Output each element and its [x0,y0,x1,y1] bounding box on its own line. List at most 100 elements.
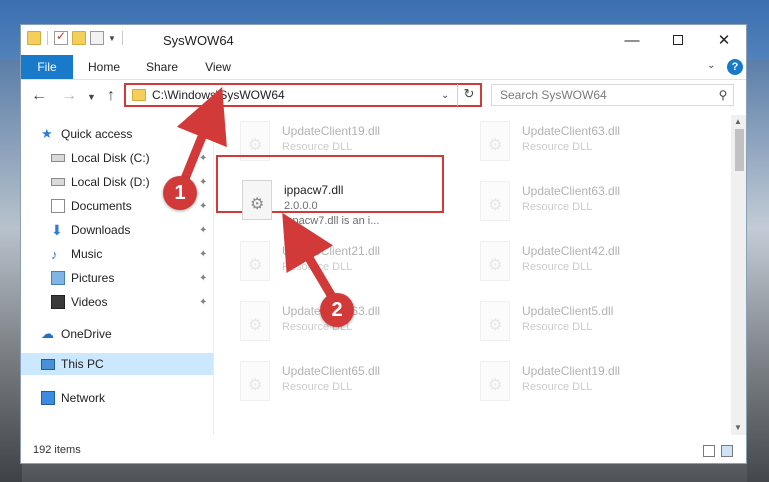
disk-icon [51,154,65,162]
close-button[interactable]: ✕ [701,25,746,55]
file-item-ippacw7[interactable]: ⚙ ippacw7.dll 2.0.0.0 ippacw7.dll is an … [240,180,460,230]
properties-check-icon[interactable] [54,29,68,45]
tab-file[interactable]: File [21,55,73,79]
customize-icon[interactable] [90,31,104,45]
file-type: Resource DLL [282,261,353,273]
toolbar-separator [47,31,48,45]
scroll-up-icon[interactable]: ▲ [734,117,742,126]
file-type: Resource DLL [282,381,353,393]
minimize-button[interactable]: — [609,25,655,55]
sidebar-item-label: Quick access [61,127,133,141]
sidebar-item-onedrive[interactable]: ☁ OneDrive [21,323,213,345]
expand-ribbon-icon[interactable]: ⌄ [707,60,715,71]
sidebar-item-pictures[interactable]: Pictures ✦ [21,267,213,289]
file-name: UpdateClient42.dll [522,244,621,258]
file-item[interactable]: ⚙ UpdateClient5.dll Resource DLL [478,301,698,351]
sidebar-item-local-disk-c[interactable]: Local Disk (C:) ✦ [21,147,213,169]
back-arrow-icon[interactable]: ← [31,87,47,105]
file-item[interactable]: ⚙ UpdateClient63.dll Resource DLL [478,181,698,231]
search-icon[interactable]: ⚲ [713,88,733,102]
sidebar-item-network[interactable]: Network [21,387,213,409]
file-version: 2.0.0.0 [284,200,318,212]
sidebar-item-label: This PC [61,357,104,371]
file-name: UpdateClient19.dll [282,124,381,138]
file-type: Resource DLL [522,141,593,153]
sidebar-item-label: Music [71,247,103,261]
sidebar-item-label: OneDrive [61,327,112,341]
dll-file-icon: ⚙ [478,121,512,165]
disk-icon [51,178,65,186]
file-type: Resource DLL [522,261,593,273]
sidebar-item-downloads[interactable]: ⬇ Downloads ✦ [21,219,213,241]
cloud-icon: ☁ [41,326,54,341]
pin-icon[interactable]: ✦ [199,153,207,164]
dll-file-icon: ⚙ [240,180,274,224]
music-icon: ♪ [51,246,58,262]
pin-icon[interactable]: ✦ [199,177,207,188]
details-view-icon[interactable] [703,445,715,457]
file-explorer-window: ▼ SysWOW64 — ✕ File Home Share View ⌄ ? … [20,24,747,464]
sidebar-item-music[interactable]: ♪ Music ✦ [21,243,213,265]
file-item[interactable]: ⚙ UpdateClient21.dll Resource DLL [238,241,458,291]
chevron-down-icon[interactable]: ▼ [108,34,116,43]
quick-access-toolbar: ▼ [27,29,125,45]
address-bar[interactable]: C:\Windows\SysWOW64 ⌄ ↻ [124,83,482,107]
sidebar-item-label: Local Disk (C:) [71,151,150,165]
file-item[interactable]: ⚙ UpdateClient19.dll Resource DLL [478,361,698,411]
forward-arrow-icon[interactable]: → [61,87,77,105]
search-input[interactable]: Search SysWOW64 [500,88,713,102]
tab-home[interactable]: Home [79,55,129,79]
downloads-icon: ⬇ [51,221,63,238]
folder-icon [132,89,146,101]
file-item[interactable]: ⚙ UpdateClient42.dll Resource DLL [478,241,698,291]
pin-icon[interactable]: ✦ [199,225,207,236]
scrollbar-thumb[interactable] [735,129,744,171]
up-arrow-icon[interactable]: ↑ [107,87,115,105]
chevron-down-icon[interactable]: ⌄ [441,90,457,101]
pin-icon[interactable]: ✦ [199,249,207,260]
tab-share[interactable]: Share [137,55,187,79]
address-path[interactable]: C:\Windows\SysWOW64 [152,88,441,102]
status-bar: 192 items [21,439,746,463]
file-name: UpdateClient21.dll [282,244,381,258]
refresh-icon[interactable]: ↻ [457,84,480,106]
sidebar-item-label: Downloads [71,223,131,237]
pin-icon[interactable]: ✦ [199,201,207,212]
file-item[interactable]: ⚙ UpdateClient63.dll Resource DLL [478,121,698,171]
network-icon [41,391,55,405]
search-box[interactable]: Search SysWOW64 ⚲ [491,84,734,106]
step-badge-1: 1 [163,176,197,210]
documents-icon [51,199,65,213]
sidebar-item-label: Local Disk (D:) [71,175,150,189]
sidebar-item-videos[interactable]: Videos ✦ [21,291,213,313]
maximize-icon [673,35,683,45]
file-type: Resource DLL [522,321,593,333]
file-item[interactable]: ⚙ UpdateClient65.dll Resource DLL [238,361,458,411]
pictures-icon [51,271,65,285]
item-count: 192 items [33,444,81,456]
recent-locations-icon[interactable]: ▼ [87,92,96,102]
scroll-down-icon[interactable]: ▼ [734,423,742,432]
file-type: Resource DLL [522,381,593,393]
file-description: ippacw7.dll is an i... [284,215,380,227]
new-folder-icon[interactable] [72,31,86,45]
file-name: UpdateClient63.dll [522,124,621,138]
videos-icon [51,295,65,309]
help-icon[interactable]: ? [727,59,743,75]
sidebar-item-this-pc[interactable]: This PC [21,353,213,375]
toolbar-separator [121,31,123,45]
star-icon: ★ [41,126,53,141]
file-name: UpdateClient19.dll [522,364,621,378]
step-badge-2: 2 [320,293,354,327]
maximize-button[interactable] [655,25,701,55]
sidebar-item-label: Documents [71,199,132,213]
pin-icon[interactable]: ✦ [199,273,207,284]
title-bar: ▼ SysWOW64 — ✕ [21,25,746,55]
file-name: UpdateClient63.dll [522,184,621,198]
sidebar-item-quick-access[interactable]: ★ Quick access [41,123,213,145]
large-icons-view-icon[interactable] [721,445,733,457]
pin-icon[interactable]: ✦ [199,297,207,308]
navigation-pane: ★ Quick access Local Disk (C:) ✦ Local D… [21,115,214,435]
vertical-scrollbar[interactable]: ▲ ▼ [731,115,746,435]
tab-view[interactable]: View [193,55,243,79]
